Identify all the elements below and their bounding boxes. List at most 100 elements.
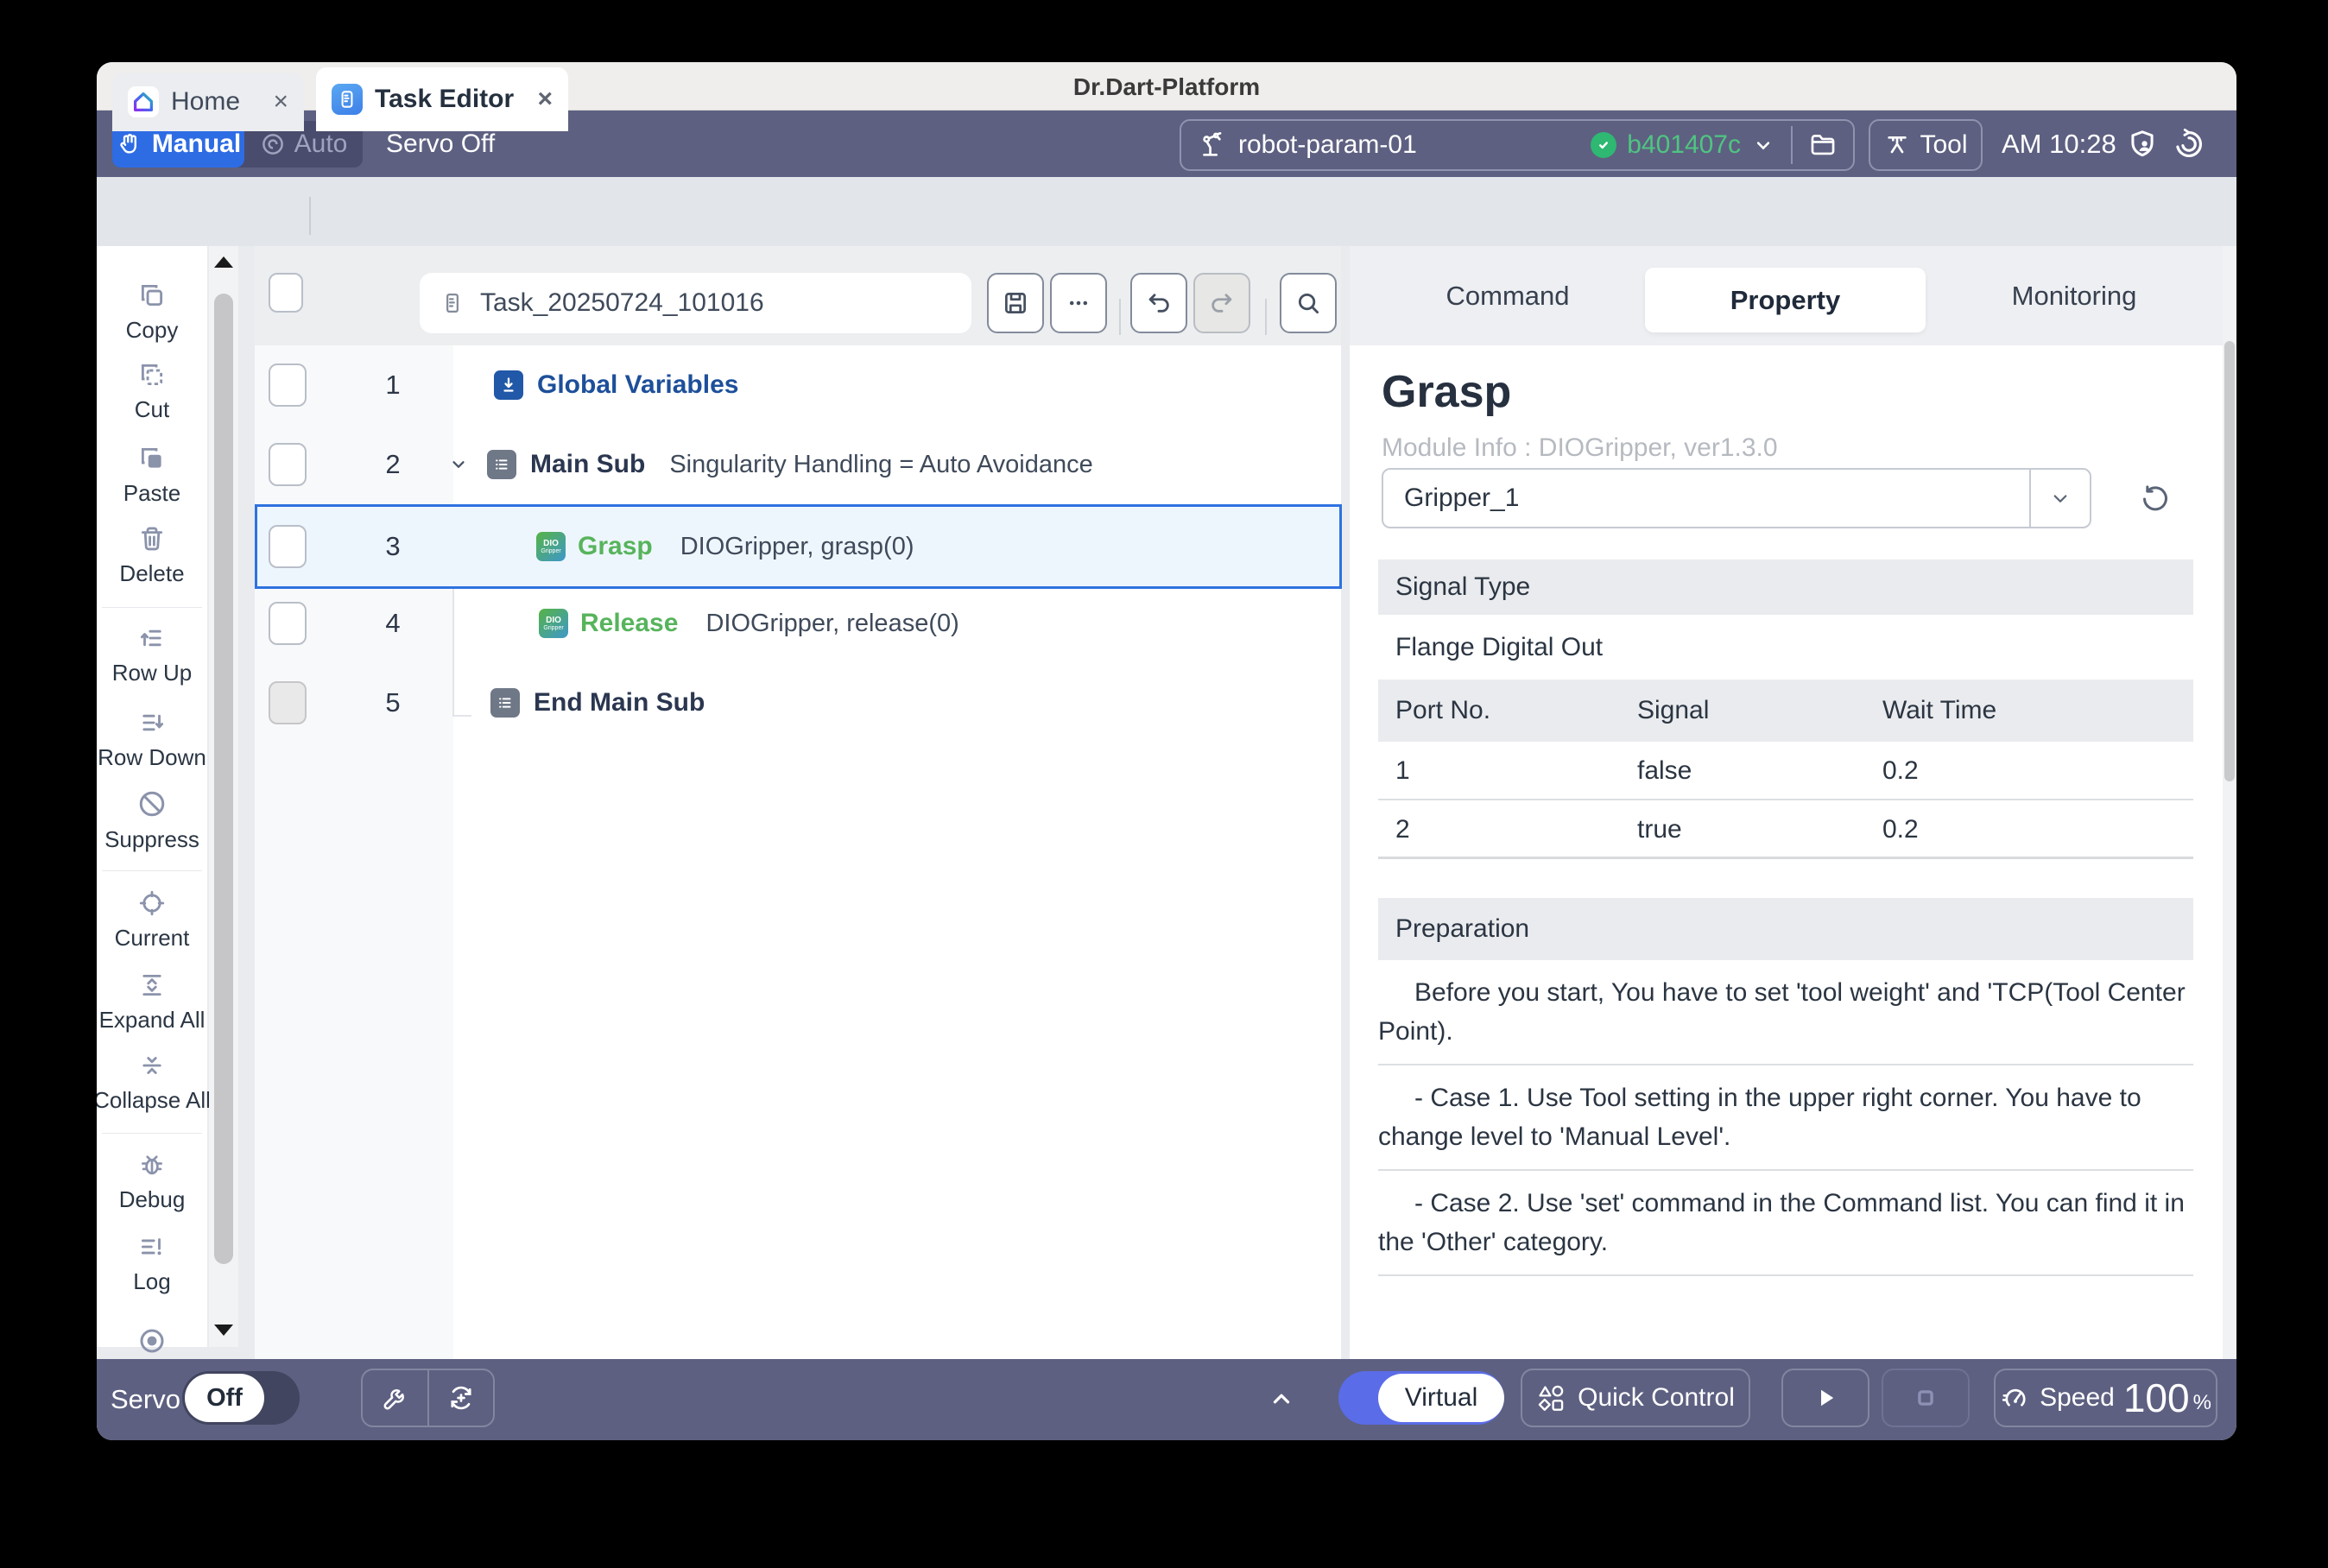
sidebar-item-copy[interactable]: Copy <box>97 272 207 351</box>
servo-toggle[interactable]: Off <box>182 1371 300 1425</box>
chevron-up-icon[interactable] <box>1266 1383 1297 1414</box>
sidebar-item-expand-all[interactable]: Expand All <box>97 962 207 1041</box>
sidebar-divider <box>102 1133 202 1134</box>
sidebar-item-delete[interactable]: Delete <box>97 515 207 595</box>
tool-stand-icon <box>1883 131 1911 159</box>
tab-command[interactable]: Command <box>1382 246 1633 345</box>
port-table-header <box>1378 680 2193 742</box>
row-detail: Singularity Handling = Auto Avoidance <box>669 451 1092 479</box>
cell-port: 2 <box>1395 800 1410 859</box>
sidebar-item-suppress[interactable]: Suppress <box>97 781 207 860</box>
shield-user-icon[interactable] <box>2126 128 2159 161</box>
task-row-grasp[interactable]: 3 DIO Gripper Grasp DIOGripper, grasp(0) <box>255 504 1342 589</box>
task-row-main-sub[interactable]: 2 Main Sub Singularity Handling = Auto A… <box>255 425 1341 504</box>
reset-spiral-icon[interactable] <box>2173 128 2205 161</box>
sidebar-item-row-down[interactable]: Row Down <box>97 699 207 779</box>
app-window: Dr.Dart-Platform Manual Auto Servo Off r… <box>97 62 2236 1440</box>
preparation-paragraph: - Case 1. Use Tool setting in the upper … <box>1378 1065 2193 1171</box>
preparation-header: Preparation <box>1378 898 2193 960</box>
chevron-down-icon[interactable] <box>1751 133 1775 157</box>
servo-label: Servo <box>111 1359 180 1440</box>
task-name-input[interactable]: Task_20250724_101016 <box>420 273 971 333</box>
redo-button[interactable] <box>1193 273 1250 333</box>
tool-button[interactable]: Tool <box>1869 119 1983 171</box>
servo-toggle-knob[interactable]: Off <box>185 1374 264 1422</box>
quick-control-label: Quick Control <box>1578 1383 1735 1413</box>
close-icon[interactable]: × <box>537 85 553 114</box>
folder-icon[interactable] <box>1808 130 1838 160</box>
speed-unit: % <box>2193 1391 2211 1415</box>
scroll-down-arrow[interactable] <box>214 1325 233 1336</box>
property-scroll-thumb[interactable] <box>2224 341 2235 781</box>
virtual-toggle[interactable]: Virtual <box>1338 1371 1504 1425</box>
row-number: 1 <box>341 370 445 401</box>
tools-group <box>361 1369 495 1427</box>
search-button[interactable] <box>1280 273 1337 333</box>
task-row-global-variables[interactable]: 1 Global Variables <box>255 345 1341 425</box>
sidebar-item-current[interactable]: Current <box>97 880 207 959</box>
quick-control-button[interactable]: Quick Control <box>1521 1369 1750 1427</box>
row-label: Grasp <box>578 532 653 561</box>
sidebar-item-paste[interactable]: Paste <box>97 435 207 515</box>
tab-separator <box>309 197 311 235</box>
check-circle-icon <box>1591 132 1616 158</box>
preparation-text: Before you start, You have to set 'tool … <box>1378 960 2193 1276</box>
collapse-chevron-icon[interactable] <box>447 453 470 476</box>
close-icon[interactable]: × <box>273 87 288 117</box>
robot-param-selector[interactable]: robot-param-01 b401407c <box>1180 119 1855 171</box>
shapes-icon <box>1536 1383 1566 1413</box>
more-button[interactable] <box>1050 273 1107 333</box>
chevron-down-icon <box>2031 485 2090 511</box>
sidebar-item-row-up[interactable]: Row Up <box>97 615 207 694</box>
manual-mode-label: Manual <box>152 130 241 159</box>
port-table-row[interactable] <box>1378 800 2193 859</box>
header-separator <box>1265 299 1267 335</box>
undo-button[interactable] <box>1130 273 1187 333</box>
cell-port: 1 <box>1395 742 1410 800</box>
tab-task-editor[interactable]: Task Editor × <box>316 67 568 131</box>
save-button[interactable] <box>987 273 1044 333</box>
row-label: End Main Sub <box>534 688 705 718</box>
row-label: Release <box>580 609 678 638</box>
stop-button[interactable] <box>1882 1369 1970 1427</box>
sidebar-item-collapse-all[interactable]: Collapse All <box>97 1042 207 1122</box>
col-signal: Signal <box>1637 680 1709 742</box>
sidebar-divider <box>102 607 202 608</box>
tab-home[interactable]: Home × <box>112 73 304 131</box>
home-icon <box>128 86 159 117</box>
virtual-toggle-knob[interactable]: Virtual <box>1378 1374 1504 1422</box>
port-table-row[interactable] <box>1378 742 2193 800</box>
task-row-release[interactable]: 4 DIO Gripper Release DIOGripper, releas… <box>255 584 1341 663</box>
property-title: Grasp <box>1382 366 1511 418</box>
wrench-icon[interactable] <box>363 1383 427 1413</box>
clock-label: AM 10:28 <box>2002 111 2116 177</box>
row-label: Main Sub <box>530 450 645 479</box>
row-checkbox[interactable] <box>269 364 307 407</box>
sidebar-scroll-thumb[interactable] <box>214 294 233 1264</box>
tab-property[interactable]: Property <box>1645 268 1926 332</box>
play-button[interactable] <box>1781 1369 1869 1427</box>
sidebar-divider <box>102 870 202 871</box>
speed-button[interactable]: Speed 100 % <box>1994 1369 2217 1427</box>
tab-monitoring[interactable]: Monitoring <box>1945 246 2204 345</box>
gripper-select[interactable]: Gripper_1 <box>1382 468 2091 528</box>
cell-wait: 0.2 <box>1882 742 1919 800</box>
row-checkbox[interactable] <box>269 443 307 486</box>
sidebar-item-debug[interactable]: Debug <box>97 1141 207 1221</box>
robot-arm-icon <box>1197 130 1226 160</box>
tab-task-editor-label: Task Editor <box>375 85 514 114</box>
select-all-checkbox[interactable] <box>269 273 303 313</box>
row-checkbox[interactable] <box>269 681 307 724</box>
sync-plus-icon[interactable] <box>429 1382 493 1413</box>
row-checkbox[interactable] <box>269 602 307 645</box>
row-checkbox[interactable] <box>269 525 307 568</box>
reset-property-icon[interactable] <box>2138 482 2173 516</box>
signal-type-value-row: Flange Digital Out <box>1378 615 2193 680</box>
task-row-end-main-sub[interactable]: 5 End Main Sub <box>255 663 1341 743</box>
scroll-up-arrow[interactable] <box>214 256 233 268</box>
sub-list-icon <box>490 688 520 718</box>
sidebar-item-log[interactable]: Log <box>97 1223 207 1303</box>
sidebar-item-cut[interactable]: Cut <box>97 351 207 431</box>
auto-icon <box>260 131 286 157</box>
row-detail: DIOGripper, release(0) <box>705 610 958 638</box>
